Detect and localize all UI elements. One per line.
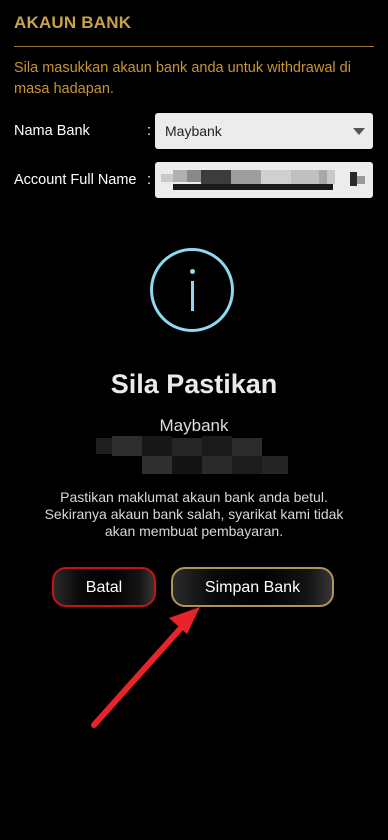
red-arrow-icon (91, 607, 200, 728)
